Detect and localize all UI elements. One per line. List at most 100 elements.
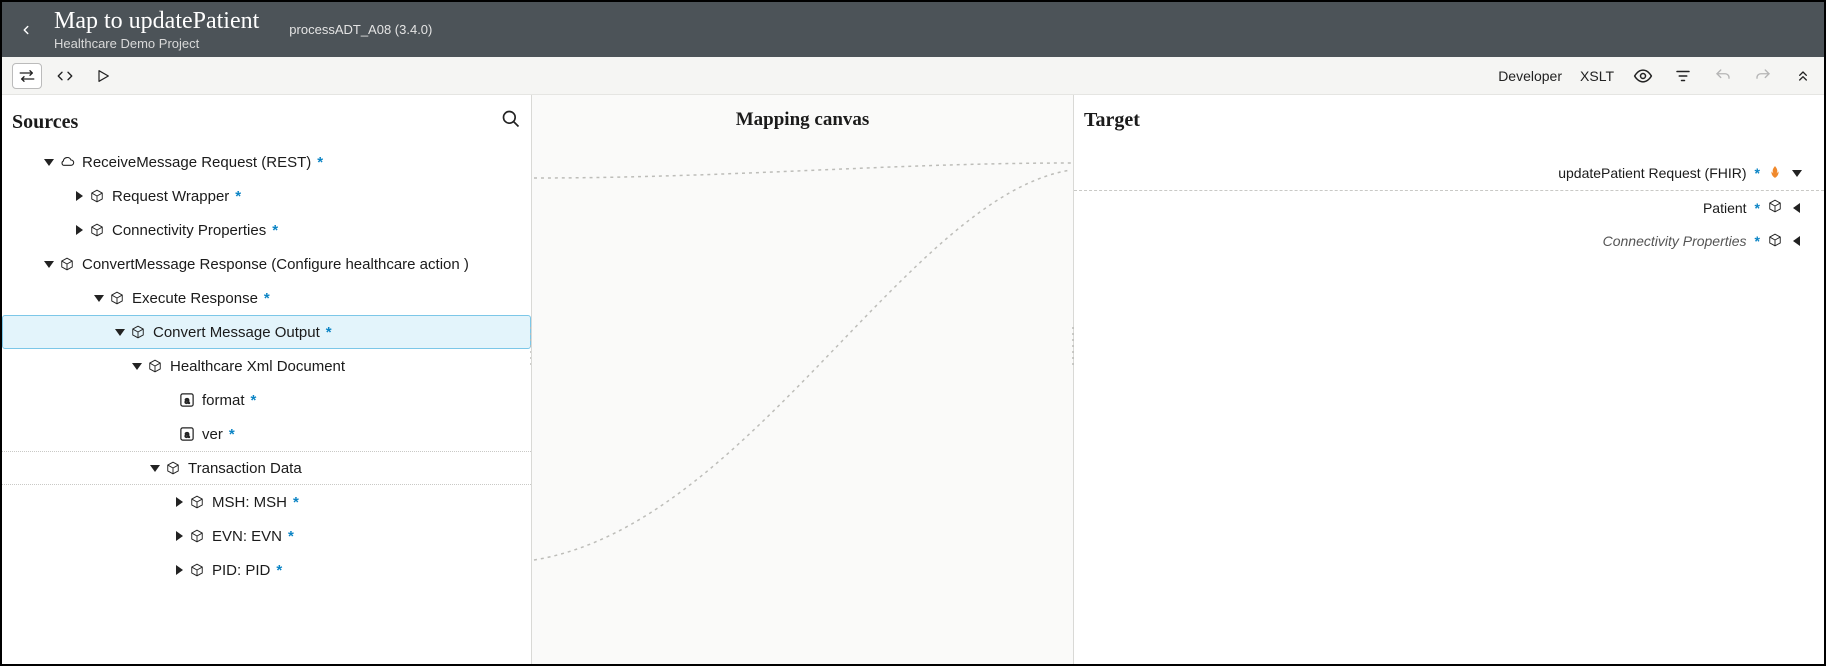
cloud-icon: [59, 156, 75, 168]
mapped-indicator: *: [293, 494, 299, 511]
source-node-connectivity-properties[interactable]: Connectivity Properties *: [2, 213, 531, 247]
mapping-lines: [532, 95, 1073, 664]
node-label: ver: [202, 426, 223, 443]
fhir-icon: [1768, 163, 1782, 184]
toolbar: Developer XSLT: [2, 57, 1824, 95]
node-label: Execute Response: [132, 290, 258, 307]
undo-button[interactable]: [1712, 65, 1734, 87]
svg-text:a: a: [185, 430, 190, 440]
mapped-indicator: *: [317, 154, 323, 171]
undo-icon: [1714, 67, 1732, 85]
app-header: Map to updatePatient Healthcare Demo Pro…: [2, 2, 1824, 57]
node-label: Connectivity Properties: [112, 222, 266, 239]
source-node-convert-output[interactable]: Convert Message Output *: [2, 315, 531, 349]
swap-button[interactable]: [12, 63, 42, 89]
target-panel: Target updatePatient Request (FHIR) * Pa…: [1074, 95, 1824, 664]
collapse-button[interactable]: [1792, 65, 1814, 87]
caret-down-icon: [44, 259, 54, 269]
cube-icon: [60, 257, 74, 271]
node-label: Transaction Data: [188, 460, 302, 477]
node-label: ConvertMessage Response (Configure healt…: [82, 256, 469, 273]
cube-icon: [90, 189, 104, 203]
eye-icon: [1633, 66, 1653, 86]
filter-icon: [1674, 67, 1692, 85]
mapped-indicator: *: [1755, 165, 1760, 181]
attribute-icon: a: [180, 393, 194, 407]
page-title: Map to updatePatient: [54, 8, 259, 34]
caret-down-icon: [1792, 168, 1802, 178]
cube-icon: [90, 223, 104, 237]
splitter-handle-right[interactable]: [1070, 325, 1076, 365]
node-label: PID: PID: [212, 562, 270, 579]
mapped-indicator: *: [264, 290, 270, 307]
caret-right-icon: [174, 531, 184, 541]
cube-icon: [190, 529, 204, 543]
mapped-indicator: *: [229, 426, 235, 443]
caret-left-icon: [1792, 236, 1802, 246]
search-icon: [501, 109, 521, 129]
source-node-healthcare-xml[interactable]: Healthcare Xml Document: [2, 349, 531, 383]
cube-icon: [110, 291, 124, 305]
cube-icon: [190, 495, 204, 509]
caret-right-icon: [174, 497, 184, 507]
filter-button[interactable]: [1672, 65, 1694, 87]
mapped-indicator: *: [251, 392, 257, 409]
source-node-ver[interactable]: a ver *: [2, 417, 531, 451]
sources-panel: Sources ReceiveMessage Request (REST) * …: [2, 95, 532, 664]
play-icon: [95, 68, 111, 84]
node-label: format: [202, 392, 245, 409]
mapped-indicator: *: [276, 562, 282, 579]
project-subtitle: Healthcare Demo Project: [54, 36, 259, 51]
caret-down-icon: [94, 293, 104, 303]
cube-icon: [131, 325, 145, 339]
source-node-pid[interactable]: PID: PID *: [2, 553, 531, 587]
chevron-left-icon: [19, 23, 33, 37]
cube-icon: [166, 461, 180, 475]
mapped-indicator: *: [235, 188, 241, 205]
view-button[interactable]: [1632, 65, 1654, 87]
mapped-indicator: *: [272, 222, 278, 239]
target-node-update-patient[interactable]: updatePatient Request (FHIR) *: [1074, 156, 1824, 190]
node-label: EVN: EVN: [212, 528, 282, 545]
source-node-receive-message[interactable]: ReceiveMessage Request (REST) *: [2, 145, 531, 179]
attribute-icon: a: [180, 427, 194, 441]
arrows-swap-icon: [18, 69, 36, 83]
cube-icon: [1768, 233, 1782, 247]
source-node-msh[interactable]: MSH: MSH *: [2, 485, 531, 519]
process-meta: processADT_A08 (3.4.0): [289, 22, 432, 37]
target-node-connectivity[interactable]: Connectivity Properties *: [1074, 224, 1824, 258]
source-node-format[interactable]: a format *: [2, 383, 531, 417]
mapped-indicator: *: [1755, 233, 1760, 249]
source-node-execute-response[interactable]: Execute Response *: [2, 281, 531, 315]
run-button[interactable]: [88, 63, 118, 89]
sources-heading: Sources: [12, 111, 78, 134]
mapped-indicator: *: [1755, 200, 1760, 216]
caret-down-icon: [115, 327, 125, 337]
redo-button[interactable]: [1752, 65, 1774, 87]
target-node-patient[interactable]: Patient *: [1074, 190, 1824, 224]
sources-search-button[interactable]: [501, 109, 521, 135]
cube-icon: [190, 563, 204, 577]
xslt-toggle[interactable]: XSLT: [1580, 68, 1614, 84]
mapped-indicator: *: [288, 528, 294, 545]
caret-right-icon: [74, 225, 84, 235]
back-button[interactable]: [12, 16, 40, 44]
mapping-canvas[interactable]: Mapping canvas: [532, 95, 1074, 664]
redo-icon: [1754, 67, 1772, 85]
source-node-evn[interactable]: EVN: EVN *: [2, 519, 531, 553]
caret-right-icon: [174, 565, 184, 575]
node-label: Connectivity Properties: [1603, 233, 1747, 249]
node-label: Healthcare Xml Document: [170, 358, 345, 375]
mapped-indicator: *: [326, 324, 332, 341]
developer-toggle[interactable]: Developer: [1498, 68, 1562, 84]
code-button[interactable]: [50, 63, 80, 89]
source-node-request-wrapper[interactable]: Request Wrapper *: [2, 179, 531, 213]
node-label: ReceiveMessage Request (REST): [82, 154, 311, 171]
title-block: Map to updatePatient Healthcare Demo Pro…: [54, 8, 259, 51]
source-node-transaction-data[interactable]: Transaction Data: [2, 451, 531, 485]
caret-down-icon: [44, 157, 54, 167]
node-label: MSH: MSH: [212, 494, 287, 511]
node-label: Request Wrapper: [112, 188, 229, 205]
source-node-convert-response[interactable]: ConvertMessage Response (Configure healt…: [2, 247, 531, 281]
node-label: updatePatient Request (FHIR): [1558, 165, 1746, 181]
